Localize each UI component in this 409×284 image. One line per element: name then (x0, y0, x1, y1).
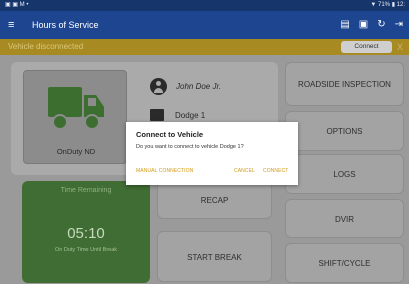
manual-connection-button[interactable]: MANUAL CONNECTION (136, 168, 193, 174)
recap-button[interactable]: RECAP (157, 181, 272, 219)
app-bar-actions: ▤ ▣ ↻ ⇥ (340, 18, 403, 32)
vehicle-row: Dodge 1 (150, 109, 205, 121)
connect-vehicle-dialog: Connect to Vehicle Do you want to connec… (126, 122, 298, 185)
app-bar: ≡ Hours of Service ▤ ▣ ↻ ⇥ (0, 11, 409, 39)
vehicle-icon (150, 109, 164, 121)
dialog-title: Connect to Vehicle (136, 130, 204, 139)
shift-cycle-button[interactable]: SHIFT/CYCLE (285, 243, 404, 283)
banner-connect-button[interactable]: Connect (341, 41, 392, 53)
avatar-icon (150, 78, 167, 95)
chat-icon[interactable]: ▤ (340, 18, 349, 32)
dialog-message: Do you want to connect to vehicle Dodge … (136, 144, 244, 150)
start-break-label: START BREAK (187, 253, 242, 262)
system-status-bar: ▣ ▣ M • ▼ 71% ▮ 12: (0, 0, 409, 11)
roadside-inspection-button[interactable]: ROADSIDE INSPECTION (285, 62, 404, 106)
status-battery-time: ▼ 71% ▮ 12: (370, 2, 405, 8)
dvir-label: DVIR (334, 215, 355, 224)
user-card-icon[interactable]: ▣ (359, 18, 368, 32)
cancel-button[interactable]: CANCEL (234, 168, 255, 174)
driver-name: John Doe Jr. (176, 82, 222, 91)
banner-close-icon[interactable]: X (397, 41, 403, 53)
shift-cycle-label: SHIFT/CYCLE (318, 259, 371, 268)
logs-label: LOGS (333, 170, 356, 179)
menu-icon[interactable]: ≡ (8, 18, 14, 32)
start-break-button[interactable]: START BREAK (157, 231, 272, 282)
options-label: OPTIONS (326, 127, 363, 136)
time-remaining-label: Time Remaining (60, 187, 112, 194)
time-remaining-sublabel: On Duty Time Until Break (54, 247, 118, 253)
status-notifications: ▣ ▣ M • (5, 2, 29, 8)
connection-banner: Vehicle disconnected Connect X (0, 39, 409, 55)
recap-label: RECAP (200, 196, 229, 205)
refresh-icon[interactable]: ↻ (377, 18, 385, 32)
dvir-button[interactable]: DVIR (285, 199, 404, 238)
banner-message: Vehicle disconnected (8, 42, 84, 51)
time-remaining-panel: Time Remaining 05:10 On Duty Time Until … (22, 181, 150, 283)
roadside-inspection-label: ROADSIDE INSPECTION (298, 80, 391, 89)
duty-status-selector[interactable]: OnDuty ND (23, 70, 127, 164)
vehicle-name: Dodge 1 (175, 110, 206, 120)
options-button[interactable]: OPTIONS (285, 111, 404, 151)
truck-icon (48, 87, 104, 130)
time-remaining-value: 05:10 (67, 225, 105, 242)
duty-status-label: OnDuty ND (56, 147, 96, 156)
connect-button[interactable]: CONNECT (263, 168, 288, 174)
logs-button[interactable]: LOGS (285, 154, 404, 194)
driver-row: John Doe Jr. (150, 78, 221, 95)
app-title: Hours of Service (32, 20, 99, 30)
logout-icon[interactable]: ⇥ (395, 18, 403, 32)
